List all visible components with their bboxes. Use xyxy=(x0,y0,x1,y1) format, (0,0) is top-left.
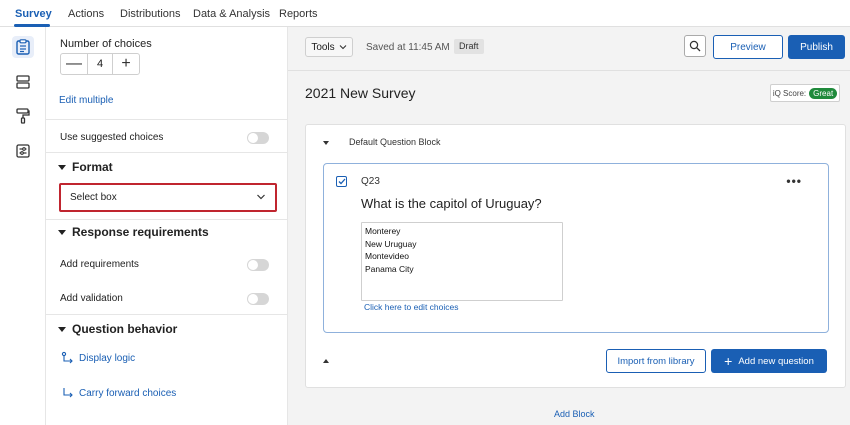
plus-icon: + xyxy=(724,353,733,369)
iq-score-value: Great xyxy=(809,87,838,99)
add-validation-toggle[interactable] xyxy=(247,293,269,305)
increment-button[interactable]: + xyxy=(113,54,139,74)
choices-count-input[interactable]: 4 xyxy=(87,54,113,74)
question-text[interactable]: What is the capitol of Uruguay? xyxy=(361,196,542,211)
survey-editor: Tools Saved at 11:45 AM Draft Preview Pu… xyxy=(288,27,850,425)
divider xyxy=(46,314,287,315)
iq-score-badge[interactable]: iQ Score: Great xyxy=(770,84,840,102)
add-new-question-button[interactable]: + Add new question xyxy=(711,349,827,373)
block-name[interactable]: Default Question Block xyxy=(349,137,441,147)
question-number[interactable]: Q23 xyxy=(361,176,380,187)
chevron-down-icon xyxy=(257,194,265,200)
move-block-up-icon[interactable] xyxy=(323,359,329,363)
response-requirements-section-header[interactable]: Response requirements xyxy=(58,225,209,239)
more-options-icon[interactable]: ••• xyxy=(786,174,802,188)
edit-multiple-link[interactable]: Edit multiple xyxy=(59,95,113,106)
choices-stepper: — 4 + xyxy=(60,53,140,75)
import-from-library-button[interactable]: Import from library xyxy=(606,349,706,373)
carry-forward-icon xyxy=(63,388,73,398)
tab-distributions[interactable]: Distributions xyxy=(120,8,181,20)
tab-actions[interactable]: Actions xyxy=(68,8,104,20)
publish-button[interactable]: Publish xyxy=(788,35,845,59)
tools-dropdown[interactable]: Tools xyxy=(305,37,353,57)
display-logic-icon xyxy=(61,351,73,364)
caret-down-icon xyxy=(58,327,66,333)
iq-score-label: iQ Score: xyxy=(772,88,807,98)
tools-label: Tools xyxy=(311,41,335,53)
question-behavior-section-header[interactable]: Question behavior xyxy=(58,322,177,336)
blocks-icon[interactable] xyxy=(12,71,34,93)
decrement-button[interactable]: — xyxy=(61,54,87,74)
caret-down-icon xyxy=(58,230,66,236)
chevron-down-icon xyxy=(339,45,347,50)
question-card[interactable]: Q23 ••• What is the capitol of Uruguay? … xyxy=(323,163,829,333)
question-block: Default Question Block Q23 ••• What is t… xyxy=(305,124,846,388)
response-requirements-title: Response requirements xyxy=(72,225,209,239)
question-settings-panel: Number of choices — 4 + Edit multiple Us… xyxy=(46,27,288,425)
preview-button[interactable]: Preview xyxy=(713,35,783,59)
use-suggested-choices-toggle[interactable] xyxy=(247,132,269,144)
add-requirements-toggle[interactable] xyxy=(247,259,269,271)
format-section-header[interactable]: Format xyxy=(58,160,113,174)
display-logic-link[interactable]: Display logic xyxy=(79,353,135,364)
choice-option[interactable]: Montevideo xyxy=(365,250,559,263)
format-select[interactable]: Select box xyxy=(59,183,277,212)
caret-down-icon xyxy=(58,165,66,171)
add-requirements-label: Add requirements xyxy=(60,259,139,270)
format-section-title: Format xyxy=(72,160,113,174)
choice-option[interactable]: New Uruguay xyxy=(365,238,559,251)
survey-title[interactable]: 2021 New Survey xyxy=(305,85,416,101)
tab-reports[interactable]: Reports xyxy=(279,8,318,20)
carry-forward-choices-link[interactable]: Carry forward choices xyxy=(79,388,176,399)
save-status: Saved at 11:45 AM xyxy=(366,42,450,53)
collapse-block-icon[interactable] xyxy=(323,141,329,145)
left-rail xyxy=(0,27,46,425)
add-block-link[interactable]: Add Block xyxy=(554,409,595,419)
add-new-question-label: Add new question xyxy=(738,355,814,367)
editor-toolbar: Tools Saved at 11:45 AM Draft Preview Pu… xyxy=(288,27,850,71)
choices-listbox[interactable]: Monterey New Uruguay Montevideo Panama C… xyxy=(361,222,563,301)
format-select-value: Select box xyxy=(70,192,117,203)
tab-survey[interactable]: Survey xyxy=(15,8,52,20)
divider xyxy=(46,152,287,153)
tab-data-analysis[interactable]: Data & Analysis xyxy=(193,8,270,20)
edit-choices-link[interactable]: Click here to edit choices xyxy=(364,302,459,312)
divider xyxy=(46,219,287,220)
choice-option[interactable]: Panama City xyxy=(365,263,559,276)
use-suggested-choices-label: Use suggested choices xyxy=(60,132,164,143)
question-behavior-title: Question behavior xyxy=(72,322,178,336)
top-nav: Survey Actions Distributions Data & Anal… xyxy=(0,0,850,27)
paint-roller-icon[interactable] xyxy=(12,105,34,127)
draft-badge: Draft xyxy=(454,39,484,54)
search-button[interactable] xyxy=(684,35,706,57)
survey-flow-clipboard-icon[interactable] xyxy=(12,36,34,58)
divider xyxy=(46,119,287,120)
checkmark-icon xyxy=(338,178,345,185)
choice-option[interactable]: Monterey xyxy=(365,225,559,238)
search-icon xyxy=(689,40,701,52)
add-validation-label: Add validation xyxy=(60,293,123,304)
number-of-choices-label: Number of choices xyxy=(60,38,152,50)
question-select-checkbox[interactable] xyxy=(336,176,347,187)
survey-options-icon[interactable] xyxy=(12,140,34,162)
